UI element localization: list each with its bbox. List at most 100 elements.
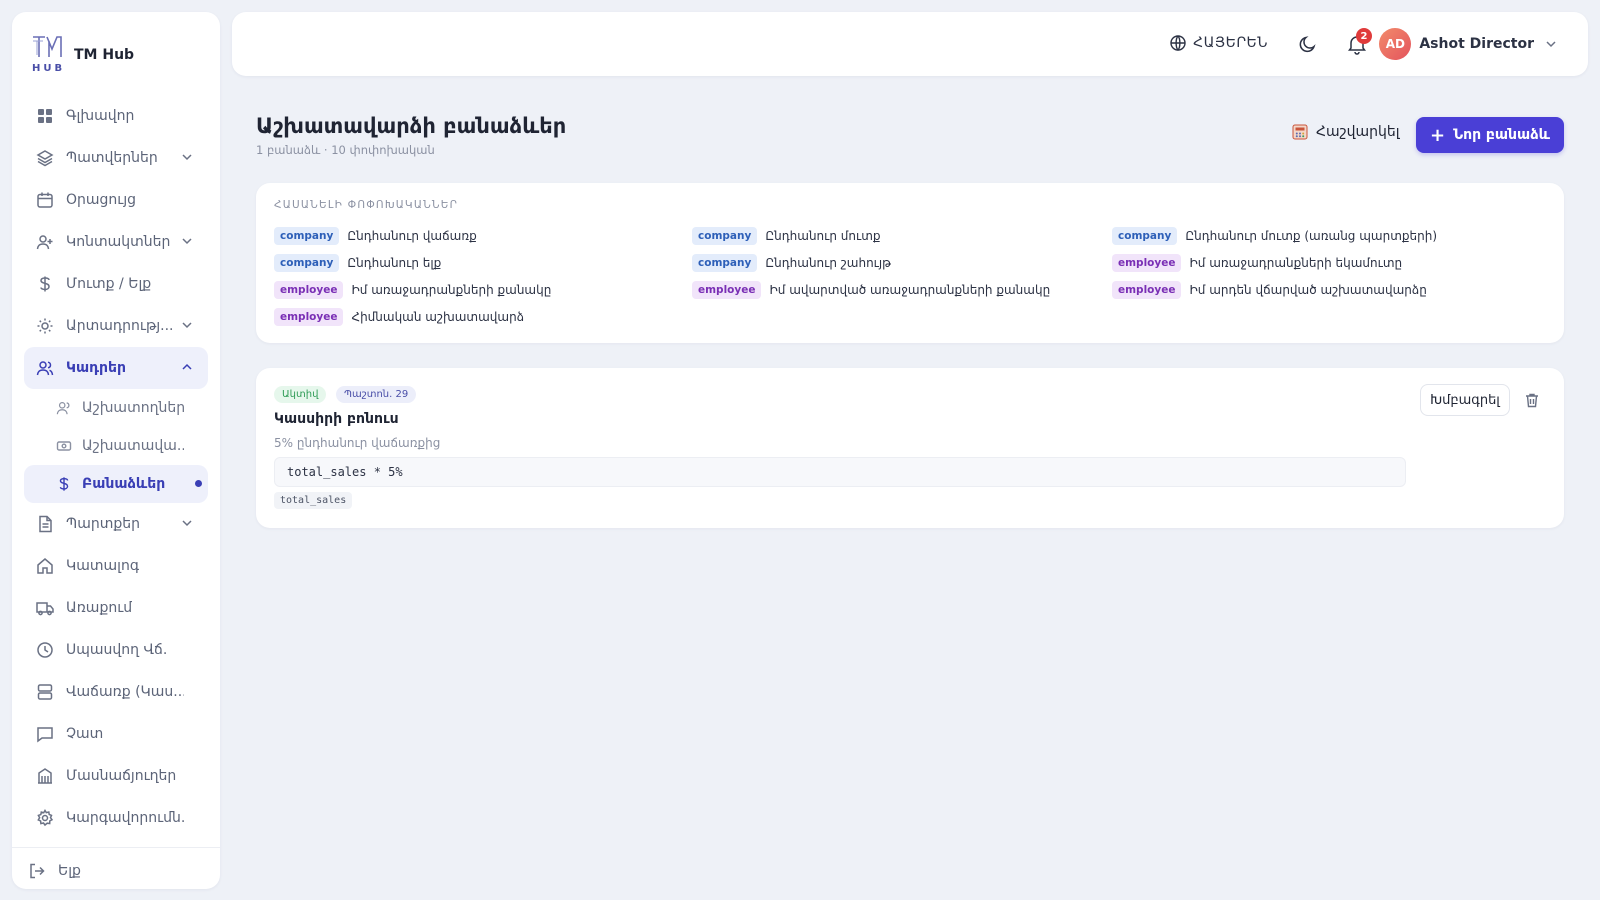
- user-name: Ashot Director: [1419, 36, 1534, 52]
- calculate-label: Հաշվարկել: [1316, 124, 1400, 140]
- sidebar-item-sales[interactable]: Վաճառք (Կաս...: [24, 671, 208, 713]
- gear-icon: [36, 809, 54, 827]
- sidebar-item-staff[interactable]: Կադրեր: [24, 347, 208, 389]
- variable-item[interactable]: employee Իմ ավարտված առաջադրանքների քանա…: [692, 281, 1050, 299]
- sidebar-item-label: Արտադրությ...: [66, 318, 174, 334]
- logo-hub-text: HUB: [32, 63, 66, 74]
- sidebar-item-branches[interactable]: Մասնաճյուղեր: [24, 755, 208, 797]
- globe-icon: [1169, 34, 1187, 52]
- new-formula-label: Նոր բանաձև: [1453, 127, 1551, 143]
- chevron-down-icon: [180, 516, 194, 530]
- sidebar-item-debts[interactable]: Պարտքեր: [24, 503, 208, 545]
- sidebar-item-label: Կատալոգ: [66, 558, 140, 574]
- sidebar-item-label: Առաքում: [66, 600, 133, 616]
- users-icon: [36, 359, 54, 377]
- sidebar-subitem-label: Բանաձևեր: [82, 476, 166, 492]
- scope-tag: employee: [1112, 281, 1182, 299]
- avatar: AD: [1379, 28, 1412, 60]
- user-menu[interactable]: AD Ashot Director: [1379, 28, 1558, 60]
- formula-title: Կասսիրի բոնուս: [274, 411, 399, 427]
- sidebar-item-delivery[interactable]: Առաքում: [24, 587, 208, 629]
- new-formula-button[interactable]: + Նոր բանաձև: [1416, 117, 1564, 153]
- variable-label: Ընդհանուր ելք: [347, 256, 442, 270]
- variable-item[interactable]: employee Իմ առաջադրանքների եկամուտը: [1112, 254, 1402, 272]
- variables-heading: ՀԱՍԱՆԵԼԻ ՓՈՓՈԽԱԿԱՆՆԵՐ: [274, 199, 459, 211]
- sidebar-item-home[interactable]: Գլխավոր: [24, 95, 208, 137]
- sidebar-item-label: Կադրեր: [66, 360, 127, 376]
- sidebar-item-orders[interactable]: Պատվերներ: [24, 137, 208, 179]
- sidebar-item-contacts[interactable]: Կոնտակտներ: [24, 221, 208, 263]
- scope-tag: employee: [692, 281, 762, 299]
- sidebar-item-label: Մուտք / Ելք: [66, 276, 152, 292]
- sidebar-nav: Գլխավոր Պատվերներ Օրացույց Կոնտակտներ Մո…: [24, 95, 208, 839]
- chevron-down-icon: [180, 318, 194, 332]
- sidebar-item-label: Պարտքեր: [66, 516, 140, 532]
- sidebar-item-label: Օրացույց: [66, 192, 137, 208]
- sidebar-item-production[interactable]: Արտադրությ...: [24, 305, 208, 347]
- calculate-button[interactable]: Հաշվարկել: [1292, 124, 1400, 140]
- scope-tag: employee: [274, 308, 344, 326]
- notification-badge: 2: [1356, 28, 1372, 44]
- edit-button[interactable]: Խմբագրել: [1420, 384, 1510, 416]
- sidebar: HUB TM Hub Գլխավոր Պատվերներ Օրացույց Կո…: [12, 12, 220, 889]
- sidebar-item-pending-payments[interactable]: Սպասվող Վճ.: [24, 629, 208, 671]
- scope-tag: company: [274, 227, 340, 245]
- language-switcher[interactable]: ՀԱՅԵՐԵՆ: [1169, 34, 1268, 52]
- variable-item[interactable]: company Ընդհանուր մուտք: [692, 227, 881, 245]
- sidebar-item-cashflow[interactable]: Մուտք / Ելք: [24, 263, 208, 305]
- sidebar-subitem-salaries[interactable]: Աշխատավա...: [24, 427, 208, 465]
- banknote-icon: [56, 438, 72, 454]
- formula-expression: total_sales * 5%: [274, 457, 1406, 487]
- sidebar-subitem-formulas[interactable]: Բանաձևեր: [24, 465, 208, 503]
- variable-label: Ընդհանուր շահույթ: [765, 256, 892, 270]
- variable-label: Իմ արդեն վճարված աշխատավարձը: [1189, 283, 1427, 297]
- sidebar-subitem-employees[interactable]: Աշխատողներ: [24, 389, 208, 427]
- file-icon: [36, 515, 54, 533]
- trash-icon[interactable]: [1524, 392, 1540, 408]
- grid-icon: [36, 107, 54, 125]
- sidebar-item-label: Չատ: [66, 726, 104, 742]
- brand[interactable]: HUB TM Hub: [30, 32, 134, 78]
- scope-tag: company: [692, 227, 758, 245]
- logout-icon: [28, 862, 46, 880]
- logout-button[interactable]: Ելք: [28, 862, 81, 880]
- sun-icon: [36, 317, 54, 335]
- sidebar-item-label: Մասնաճյուղեր: [66, 768, 177, 784]
- variable-item[interactable]: employee Իմ արդեն վճարված աշխատավարձը: [1112, 281, 1427, 299]
- layers-icon: [36, 149, 54, 167]
- formula-variable-chip: total_sales: [274, 492, 353, 509]
- sidebar-item-chat[interactable]: Չատ: [24, 713, 208, 755]
- variable-label: Իմ ավարտված առաջադրանքների քանակը: [769, 283, 1051, 297]
- variable-item[interactable]: company Ընդհանուր մուտք (առանց պարտքերի): [1112, 227, 1437, 245]
- position-badge: Պաշտոն. 29: [336, 386, 417, 403]
- sidebar-item-label: Պատվերներ: [66, 150, 158, 166]
- sidebar-subitem-label: Աշխատողներ: [82, 400, 184, 416]
- formula-card: Ակտիվ Պաշտոն. 29 Կասսիրի բոնուս 5% ընդհա…: [256, 368, 1564, 528]
- scope-tag: company: [692, 254, 758, 272]
- users-icon: [56, 400, 72, 416]
- variable-item[interactable]: employee Իմ առաջադրանքների քանակը: [274, 281, 551, 299]
- sidebar-item-catalog[interactable]: Կատալոգ: [24, 545, 208, 587]
- variable-label: Ընդհանուր մուտք (առանց պարտքերի): [1185, 229, 1438, 243]
- tm-hub-logo: HUB: [30, 33, 64, 77]
- page-title: Աշխատավարձի բանաձևեր: [256, 114, 567, 138]
- variable-label: Իմ առաջադրանքների եկամուտը: [1189, 256, 1403, 270]
- chevron-up-icon: [180, 360, 194, 374]
- sidebar-item-calendar[interactable]: Օրացույց: [24, 179, 208, 221]
- variable-item[interactable]: company Ընդհանուր շահույթ: [692, 254, 891, 272]
- dollar-icon: [36, 275, 54, 293]
- moon-icon[interactable]: [1298, 34, 1318, 54]
- variable-item[interactable]: employee Հիմնական աշխատավարձ: [274, 308, 524, 326]
- server-icon: [36, 683, 54, 701]
- variable-label: Ընդհանուր վաճառք: [347, 229, 477, 243]
- sidebar-item-label: Կարգավորումն...: [66, 810, 184, 826]
- variable-item[interactable]: company Ընդհանուր ելք: [274, 254, 441, 272]
- chevron-down-icon: [180, 150, 194, 164]
- page-subtitle: 1 բանաձև · 10 փոփոխական: [256, 143, 435, 157]
- variable-label: Հիմնական աշխատավարձ: [351, 310, 524, 324]
- scope-tag: employee: [1112, 254, 1182, 272]
- status-badge: Ակտիվ: [274, 386, 327, 403]
- variable-label: Ընդհանուր մուտք: [765, 229, 881, 243]
- sidebar-item-settings[interactable]: Կարգավորումն...: [24, 797, 208, 839]
- variable-item[interactable]: company Ընդհանուր վաճառք: [274, 227, 477, 245]
